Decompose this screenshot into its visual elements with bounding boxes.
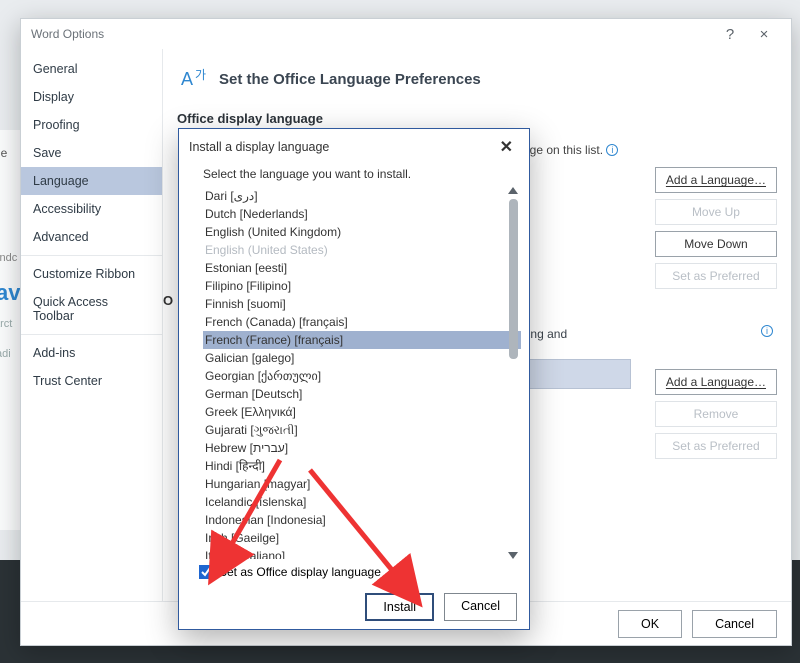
language-option[interactable]: Irish [Gaeilge] xyxy=(203,529,521,547)
checkbox-label: Set as Office display language xyxy=(219,565,381,579)
language-option[interactable]: Georgian [ქართული] xyxy=(203,367,521,385)
sidebar-item-add-ins[interactable]: Add-ins xyxy=(21,339,162,367)
cancel-button[interactable]: Cancel xyxy=(692,610,777,638)
language-option[interactable]: Italian [italiano] xyxy=(203,547,521,559)
language-option[interactable]: Galician [galego] xyxy=(203,349,521,367)
language-option[interactable]: Estonian [eesti] xyxy=(203,259,521,277)
language-option[interactable]: Filipino [Filipino] xyxy=(203,277,521,295)
bg-frag: adi xyxy=(0,348,11,360)
language-option[interactable]: Gujarati [ગુજરાતી] xyxy=(203,421,521,439)
help-button[interactable]: ? xyxy=(713,26,747,43)
sidebar-item-proofing[interactable]: Proofing xyxy=(21,111,162,139)
background-left-strip: le Jndc av arct adi xyxy=(0,130,22,530)
info-icon[interactable]: i xyxy=(761,325,773,337)
scroll-up-icon[interactable] xyxy=(508,187,518,194)
modal-cancel-button[interactable]: Cancel xyxy=(444,593,517,621)
section-display-language: Office display language xyxy=(177,111,777,126)
language-option[interactable]: Hungarian [magyar] xyxy=(203,475,521,493)
scrollbar[interactable] xyxy=(508,187,519,559)
bg-frag: av xyxy=(0,280,20,306)
language-option[interactable]: Greek [Ελληνικά] xyxy=(203,403,521,421)
checkbox-checked-icon[interactable] xyxy=(199,565,213,579)
sidebar-item-trust-center[interactable]: Trust Center xyxy=(21,367,162,395)
language-option[interactable]: German [Deutsch] xyxy=(203,385,521,403)
scroll-down-icon[interactable] xyxy=(508,552,518,559)
add-language-button[interactable]: Add a Language… xyxy=(655,167,777,193)
language-option[interactable]: Dari [درى] xyxy=(203,187,521,205)
set-preferred-button: Set as Preferred xyxy=(655,263,777,289)
install-button[interactable]: Install xyxy=(365,593,434,621)
sidebar-item-general[interactable]: General xyxy=(21,55,162,83)
dialog-title: Word Options xyxy=(31,27,104,41)
hint-text-fragment: age on this list. i xyxy=(523,143,618,157)
dialog-titlebar: Word Options ? × xyxy=(21,19,791,49)
set-default-checkbox-row[interactable]: Set as Office display language xyxy=(199,565,381,579)
sidebar-item-customize-ribbon[interactable]: Customize Ribbon xyxy=(21,260,162,288)
language-option[interactable]: English (United Kingdom) xyxy=(203,223,521,241)
language-option[interactable]: French (Canada) [français] xyxy=(203,313,521,331)
language-option[interactable]: Hindi [हिन्दी] xyxy=(203,457,521,475)
language-option[interactable]: Hebrew [עברית] xyxy=(203,439,521,457)
svg-text:가: 가 xyxy=(195,68,206,82)
sidebar-item-language[interactable]: Language xyxy=(21,167,162,195)
sidebar-item-accessibility[interactable]: Accessibility xyxy=(21,195,162,223)
language-icon: A가 xyxy=(181,65,209,93)
section-proofing-prefix: O xyxy=(163,293,173,308)
language-option[interactable]: French (France) [français] xyxy=(203,331,521,349)
options-sidebar: GeneralDisplayProofingSaveLanguageAccess… xyxy=(21,49,163,601)
modal-title-text: Install a display language xyxy=(189,140,329,154)
language-option[interactable]: Finnish [suomi] xyxy=(203,295,521,313)
remove-button: Remove xyxy=(655,401,777,427)
svg-text:A: A xyxy=(181,69,193,89)
language-option[interactable]: Dutch [Nederlands] xyxy=(203,205,521,223)
page-heading: Set the Office Language Preferences xyxy=(219,71,481,88)
modal-close-button[interactable]: ✕ xyxy=(494,137,519,157)
close-button[interactable]: × xyxy=(747,26,781,43)
language-option[interactable]: Indonesian [Indonesia] xyxy=(203,511,521,529)
sidebar-item-save[interactable]: Save xyxy=(21,139,162,167)
language-option: English (United States) xyxy=(203,241,521,259)
install-language-dialog: Install a display language ✕ Select the … xyxy=(178,128,530,630)
language-option[interactable]: Icelandic [íslenska] xyxy=(203,493,521,511)
bg-frag: le xyxy=(0,146,7,160)
ok-button[interactable]: OK xyxy=(618,610,682,638)
set-preferred-button-2: Set as Preferred xyxy=(655,433,777,459)
add-language-button-2[interactable]: Add a Language… xyxy=(655,369,777,395)
move-up-button: Move Up xyxy=(655,199,777,225)
scroll-thumb[interactable] xyxy=(509,199,518,359)
sidebar-item-advanced[interactable]: Advanced xyxy=(21,223,162,251)
move-down-button[interactable]: Move Down xyxy=(655,231,777,257)
bg-frag: Jndc xyxy=(0,252,17,264)
modal-instruction: Select the language you want to install. xyxy=(203,167,521,181)
info-icon[interactable]: i xyxy=(606,144,618,156)
modal-titlebar: Install a display language ✕ xyxy=(179,129,529,165)
language-listbox[interactable]: Dari [درى]Dutch [Nederlands]English (Uni… xyxy=(203,187,521,559)
bg-frag: arct xyxy=(0,318,12,330)
sidebar-item-quick-access-toolbar[interactable]: Quick Access Toolbar xyxy=(21,288,162,330)
sidebar-item-display[interactable]: Display xyxy=(21,83,162,111)
